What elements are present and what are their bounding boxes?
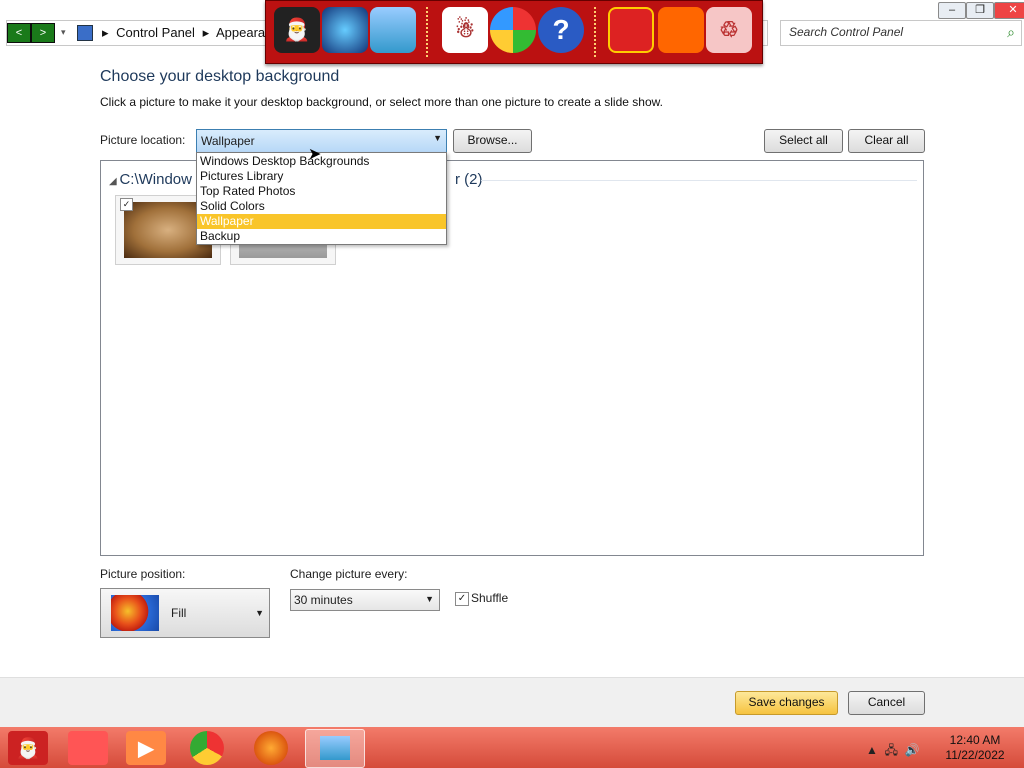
dropdown-option[interactable]: Solid Colors [197, 199, 446, 214]
search-icon[interactable]: ⌕ [1007, 24, 1015, 41]
system-tray[interactable]: ▲ 🖧 🔊 [866, 741, 920, 762]
network-icon[interactable]: 🖧 [885, 743, 898, 757]
cancel-button[interactable]: Cancel [848, 691, 925, 715]
snowman-icon[interactable]: ☃ [442, 7, 488, 53]
search-box[interactable]: Search Control Panel ⌕ [780, 20, 1022, 46]
chevron-down-icon: ▼ [433, 133, 442, 143]
dropdown-option[interactable]: Backup [197, 229, 446, 244]
show-hidden-icons-icon[interactable]: ▲ [866, 743, 878, 757]
dock-bar: 🎅 ☃ ? ♲ [265, 0, 763, 64]
clock-date: 11/22/2022 [945, 748, 1005, 762]
control-panel-icon [77, 25, 93, 41]
change-picture-select[interactable]: 30 minutes ▼ [290, 589, 440, 611]
dropdown-option-selected[interactable]: Wallpaper [197, 214, 446, 229]
picture-location-dropdown[interactable]: Windows Desktop Backgrounds Pictures Lib… [196, 152, 447, 245]
dropdown-option[interactable]: Pictures Library [197, 169, 446, 184]
breadcrumb-arrow-icon: ▸ [102, 25, 109, 40]
folder-icon[interactable] [658, 7, 704, 53]
globe-icon[interactable] [322, 7, 368, 53]
taskbar: 🎅 ▶ ▲ 🖧 🔊 12:40 AM 11/22/2022 [0, 727, 1024, 768]
picture-location-value: Wallpaper [201, 134, 255, 148]
gift-icon[interactable] [608, 7, 654, 53]
clock-time: 12:40 AM [949, 733, 1001, 747]
chevron-down-icon: ▼ [255, 608, 264, 618]
position-preview-image [111, 595, 159, 631]
dock-separator [594, 7, 598, 57]
browse-button[interactable]: Browse... [453, 129, 532, 153]
collapse-arrow-icon[interactable]: ◢ [109, 176, 119, 187]
change-picture-label: Change picture every: [290, 567, 408, 581]
help-icon[interactable]: ? [538, 7, 584, 53]
network-icon[interactable] [370, 7, 416, 53]
picture-position-label: Picture position: [100, 567, 186, 581]
group-header[interactable]: ◢ C:\Window [109, 171, 192, 188]
group-divider [481, 180, 917, 181]
chevron-down-icon: ▼ [425, 594, 434, 604]
picture-location-label: Picture location: [100, 133, 186, 147]
recycle-bin-icon[interactable]: ♲ [706, 7, 752, 53]
group-count: r (2) [455, 171, 483, 188]
back-button[interactable]: < [7, 23, 31, 43]
santa-icon[interactable]: 🎅 [8, 731, 48, 765]
mouse-cursor-icon: ➤ [308, 146, 322, 163]
breadcrumb-item[interactable]: Control Panel [116, 25, 195, 40]
santa-hat-icon[interactable]: 🎅 [274, 7, 320, 53]
shuffle-checkbox[interactable]: ✓ [455, 592, 469, 606]
picture-position-value: Fill [171, 606, 187, 620]
change-picture-value: 30 minutes [294, 593, 353, 607]
windows-orb-icon[interactable] [490, 7, 536, 53]
save-changes-button[interactable]: Save changes [735, 691, 838, 715]
search-input[interactable]: Search Control Panel [789, 25, 903, 39]
shuffle-label[interactable]: Shuffle [471, 591, 508, 605]
clock[interactable]: 12:40 AM 11/22/2022 [940, 733, 1010, 763]
volume-icon[interactable]: 🔊 [905, 743, 920, 757]
picture-position-select[interactable]: Fill ▼ [100, 588, 270, 638]
control-panel-icon [320, 736, 350, 760]
chrome-icon[interactable] [190, 731, 224, 765]
dropdown-option[interactable]: Windows Desktop Backgrounds [197, 154, 446, 169]
group-header-label: C:\Window [119, 171, 192, 188]
folder-icon[interactable] [68, 731, 108, 765]
taskbar-active-window[interactable] [305, 729, 365, 768]
select-all-button[interactable]: Select all [764, 129, 843, 153]
page-title: Choose your desktop background [100, 68, 340, 85]
thumbnail-checkbox[interactable]: ✓ [120, 198, 133, 211]
recent-pages-icon[interactable]: ▾ [61, 27, 66, 38]
minimize-button[interactable]: – [938, 2, 966, 19]
page-description: Click a picture to make it your desktop … [100, 95, 663, 109]
firefox-icon[interactable] [254, 731, 288, 765]
maximize-button[interactable]: ❐ [966, 2, 994, 19]
clear-all-button[interactable]: Clear all [848, 129, 925, 153]
forward-button[interactable]: > [31, 23, 55, 43]
media-player-icon[interactable]: ▶ [126, 731, 166, 765]
breadcrumb-arrow-icon: ▸ [202, 25, 210, 40]
dropdown-option[interactable]: Top Rated Photos [197, 184, 446, 199]
close-button[interactable]: ✕ [994, 2, 1024, 19]
breadcrumb[interactable]: ▸ Control Panel ▸ Appearanc [102, 25, 283, 41]
dock-separator [426, 7, 430, 57]
picture-location-select[interactable]: Wallpaper ▼ [196, 129, 447, 153]
